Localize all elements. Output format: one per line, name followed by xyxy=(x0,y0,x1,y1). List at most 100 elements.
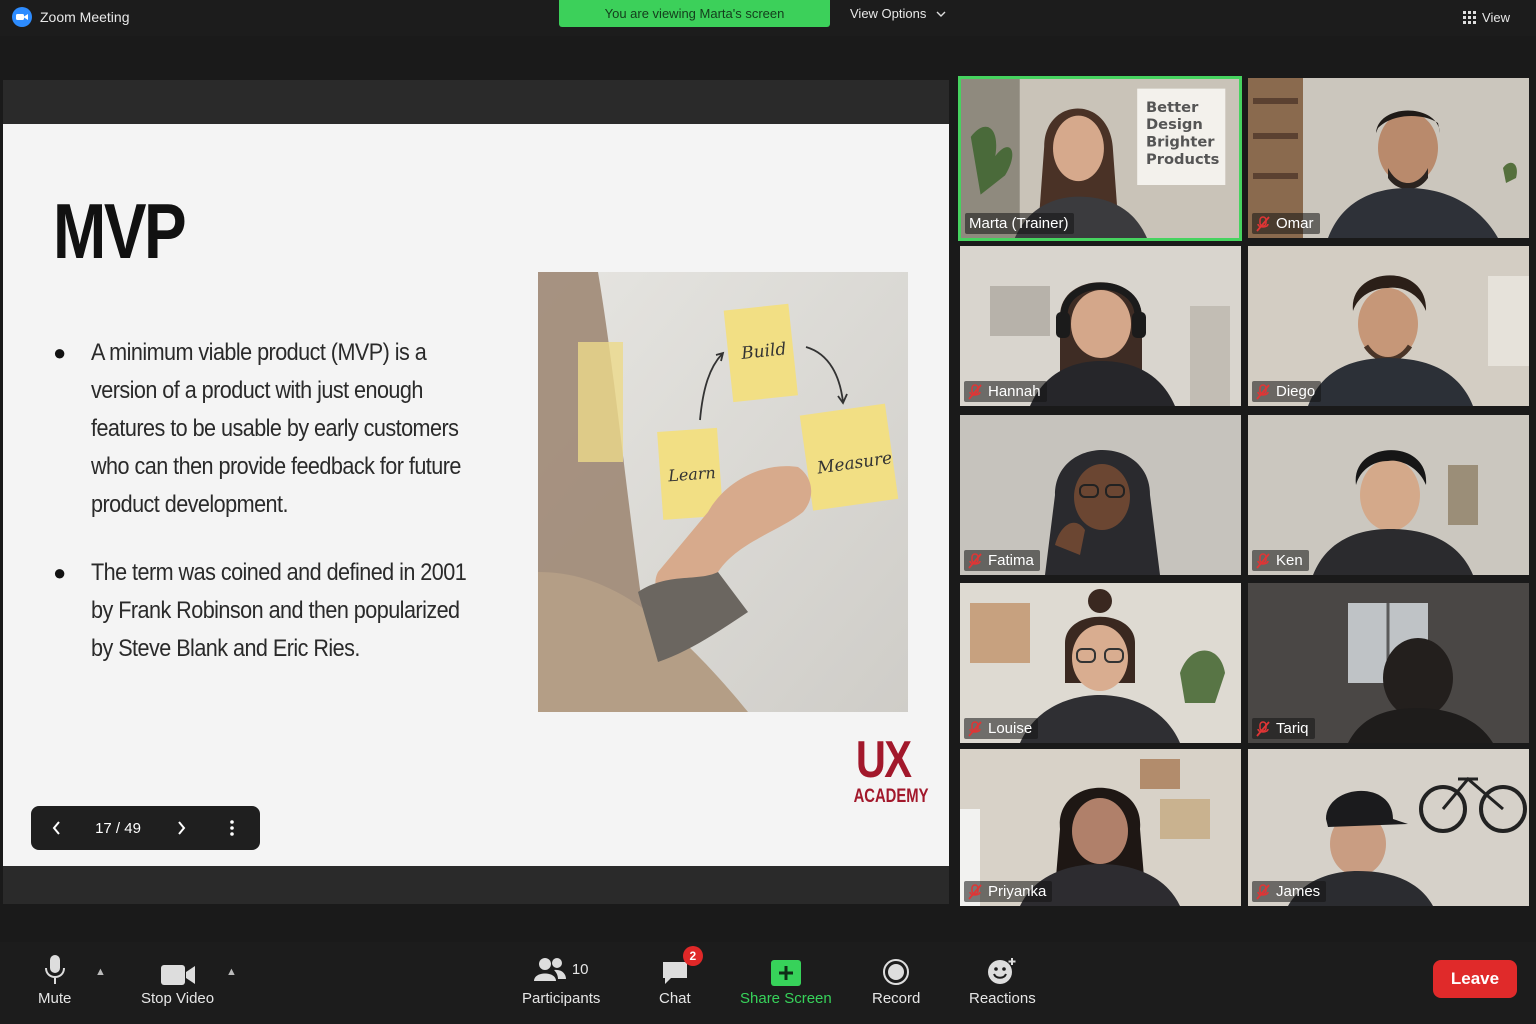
chat-button[interactable]: 2 Chat xyxy=(659,946,703,1007)
muted-mic-icon xyxy=(968,883,982,900)
participant-name: Priyanka xyxy=(988,883,1047,900)
stop-video-label: Stop Video xyxy=(141,990,215,1007)
logo-ux: UX xyxy=(855,731,912,789)
participant-name-tag: Omar xyxy=(1252,213,1320,234)
video-gallery: Better Design Brighter Products Marta (T… xyxy=(958,76,1530,906)
video-camera-icon xyxy=(160,952,196,986)
participant-name: Marta (Trainer) xyxy=(969,215,1069,232)
participant-name-tag: Diego xyxy=(1252,381,1322,402)
bullet-text: The term was coined and defined in 2001 … xyxy=(91,559,467,662)
poster-line-3: Brighter xyxy=(1146,134,1215,151)
participants-button[interactable]: 10 Participants xyxy=(522,952,600,1007)
app-title: Zoom Meeting xyxy=(12,7,129,27)
poster-line-2: Design xyxy=(1146,116,1203,133)
shared-screen: MVP ● A minimum viable product (MVP) is … xyxy=(3,80,949,904)
next-slide-button[interactable] xyxy=(155,806,207,850)
video-tile-james[interactable]: James xyxy=(1248,749,1529,906)
mute-button[interactable]: Mute xyxy=(38,952,71,1007)
slide-bullets: ● A minimum viable product (MVP) is a ve… xyxy=(53,334,513,668)
bullet-dot-icon: ● xyxy=(53,340,67,365)
participants-label: Participants xyxy=(522,990,601,1007)
reactions-button[interactable]: Reactions xyxy=(969,952,1036,1007)
stop-video-button[interactable]: Stop Video xyxy=(141,952,214,1007)
muted-mic-icon xyxy=(968,720,982,737)
video-tile-priyanka[interactable]: Priyanka xyxy=(960,749,1241,906)
video-tile-diego[interactable]: Diego xyxy=(1248,246,1529,406)
audio-options-caret[interactable]: ▲ xyxy=(95,966,106,978)
app-title-text: Zoom Meeting xyxy=(40,9,130,25)
record-button[interactable]: Record xyxy=(872,952,920,1007)
viewing-banner: You are viewing Marta's screen xyxy=(559,0,830,27)
participant-name: Hannah xyxy=(988,383,1041,400)
participant-name: Omar xyxy=(1276,215,1314,232)
video-tile-hannah[interactable]: Hannah xyxy=(960,246,1241,406)
participant-name-tag: Louise xyxy=(964,718,1039,739)
participant-name: Diego xyxy=(1276,383,1316,400)
poster-line-4: Products xyxy=(1146,151,1219,168)
chevron-right-icon xyxy=(177,821,185,835)
note-learn: Learn xyxy=(667,463,717,485)
ux-academy-logo: UX ACADEMY xyxy=(843,731,929,808)
participant-name: Louise xyxy=(988,720,1033,737)
view-button[interactable]: View xyxy=(1463,10,1510,25)
participant-name-tag: James xyxy=(1252,881,1327,902)
chat-label: Chat xyxy=(659,990,691,1007)
share-screen-button[interactable]: Share Screen xyxy=(740,952,832,1007)
slide-title: MVP xyxy=(53,187,187,275)
chat-icon: 2 xyxy=(661,946,703,986)
muted-mic-icon xyxy=(1256,552,1270,569)
video-tile-ken[interactable]: Ken xyxy=(1248,415,1529,575)
view-options-label: View Options xyxy=(850,6,927,21)
share-screen-icon xyxy=(770,952,801,986)
mute-label: Mute xyxy=(38,990,72,1007)
grid-icon xyxy=(1463,11,1477,24)
view-options-button[interactable]: View Options xyxy=(850,6,946,21)
slide-page-indicator: 17 / 49 xyxy=(95,819,141,837)
video-tile-tariq[interactable]: Tariq xyxy=(1248,583,1529,743)
reactions-label: Reactions xyxy=(969,990,1036,1007)
participant-name-tag: Marta (Trainer) xyxy=(965,213,1075,234)
bullet-dot-icon: ● xyxy=(53,560,67,585)
participant-name-tag: Tariq xyxy=(1252,718,1315,739)
leave-button[interactable]: Leave xyxy=(1433,960,1517,998)
video-tile-marta[interactable]: Better Design Brighter Products Marta (T… xyxy=(958,76,1242,241)
microphone-icon xyxy=(44,952,66,986)
meeting-toolbar: Mute ▲ Stop Video ▲ 10 Participants 2 Ch… xyxy=(0,942,1536,1024)
reactions-icon xyxy=(987,952,1017,986)
participant-name: Fatima xyxy=(988,552,1034,569)
participant-name-tag: Priyanka xyxy=(964,881,1053,902)
record-label: Record xyxy=(872,990,921,1007)
previous-slide-button[interactable] xyxy=(31,806,81,850)
video-tile-fatima[interactable]: Fatima xyxy=(960,415,1241,575)
bullet-text: A minimum viable product (MVP) is a vers… xyxy=(91,339,461,518)
video-tile-louise[interactable]: Louise xyxy=(960,583,1241,743)
participant-name: James xyxy=(1276,883,1321,900)
sticky-notes-photo: Build Measure Learn xyxy=(538,272,908,712)
participant-name: Ken xyxy=(1276,552,1303,569)
view-label: View xyxy=(1482,10,1510,25)
muted-mic-icon xyxy=(1256,720,1270,737)
poster-line-1: Better xyxy=(1146,99,1199,116)
slide-more-button[interactable] xyxy=(207,806,257,850)
participant-name-tag: Ken xyxy=(1252,550,1309,571)
video-options-caret[interactable]: ▲ xyxy=(226,966,237,978)
video-tile-omar[interactable]: Omar xyxy=(1248,78,1529,238)
muted-mic-icon xyxy=(968,383,982,400)
logo-academy: ACADEMY xyxy=(853,786,929,807)
bullet-item: ● The term was coined and defined in 200… xyxy=(53,554,513,668)
zoom-logo-icon xyxy=(12,7,32,27)
record-icon xyxy=(882,952,910,986)
chat-unread-badge: 2 xyxy=(682,946,703,966)
muted-mic-icon xyxy=(1256,383,1270,400)
participants-icon: 10 xyxy=(533,952,589,986)
chevron-down-icon xyxy=(936,11,946,17)
top-bar: Zoom Meeting You are viewing Marta's scr… xyxy=(0,0,1536,36)
participant-name-tag: Hannah xyxy=(964,381,1047,402)
chevron-left-icon xyxy=(52,821,60,835)
more-vertical-icon xyxy=(230,820,234,836)
participant-name: Tariq xyxy=(1276,720,1309,737)
participants-count: 10 xyxy=(571,960,589,978)
share-screen-label: Share Screen xyxy=(740,990,832,1007)
presentation-slide: MVP ● A minimum viable product (MVP) is … xyxy=(3,124,949,866)
muted-mic-icon xyxy=(1256,883,1270,900)
